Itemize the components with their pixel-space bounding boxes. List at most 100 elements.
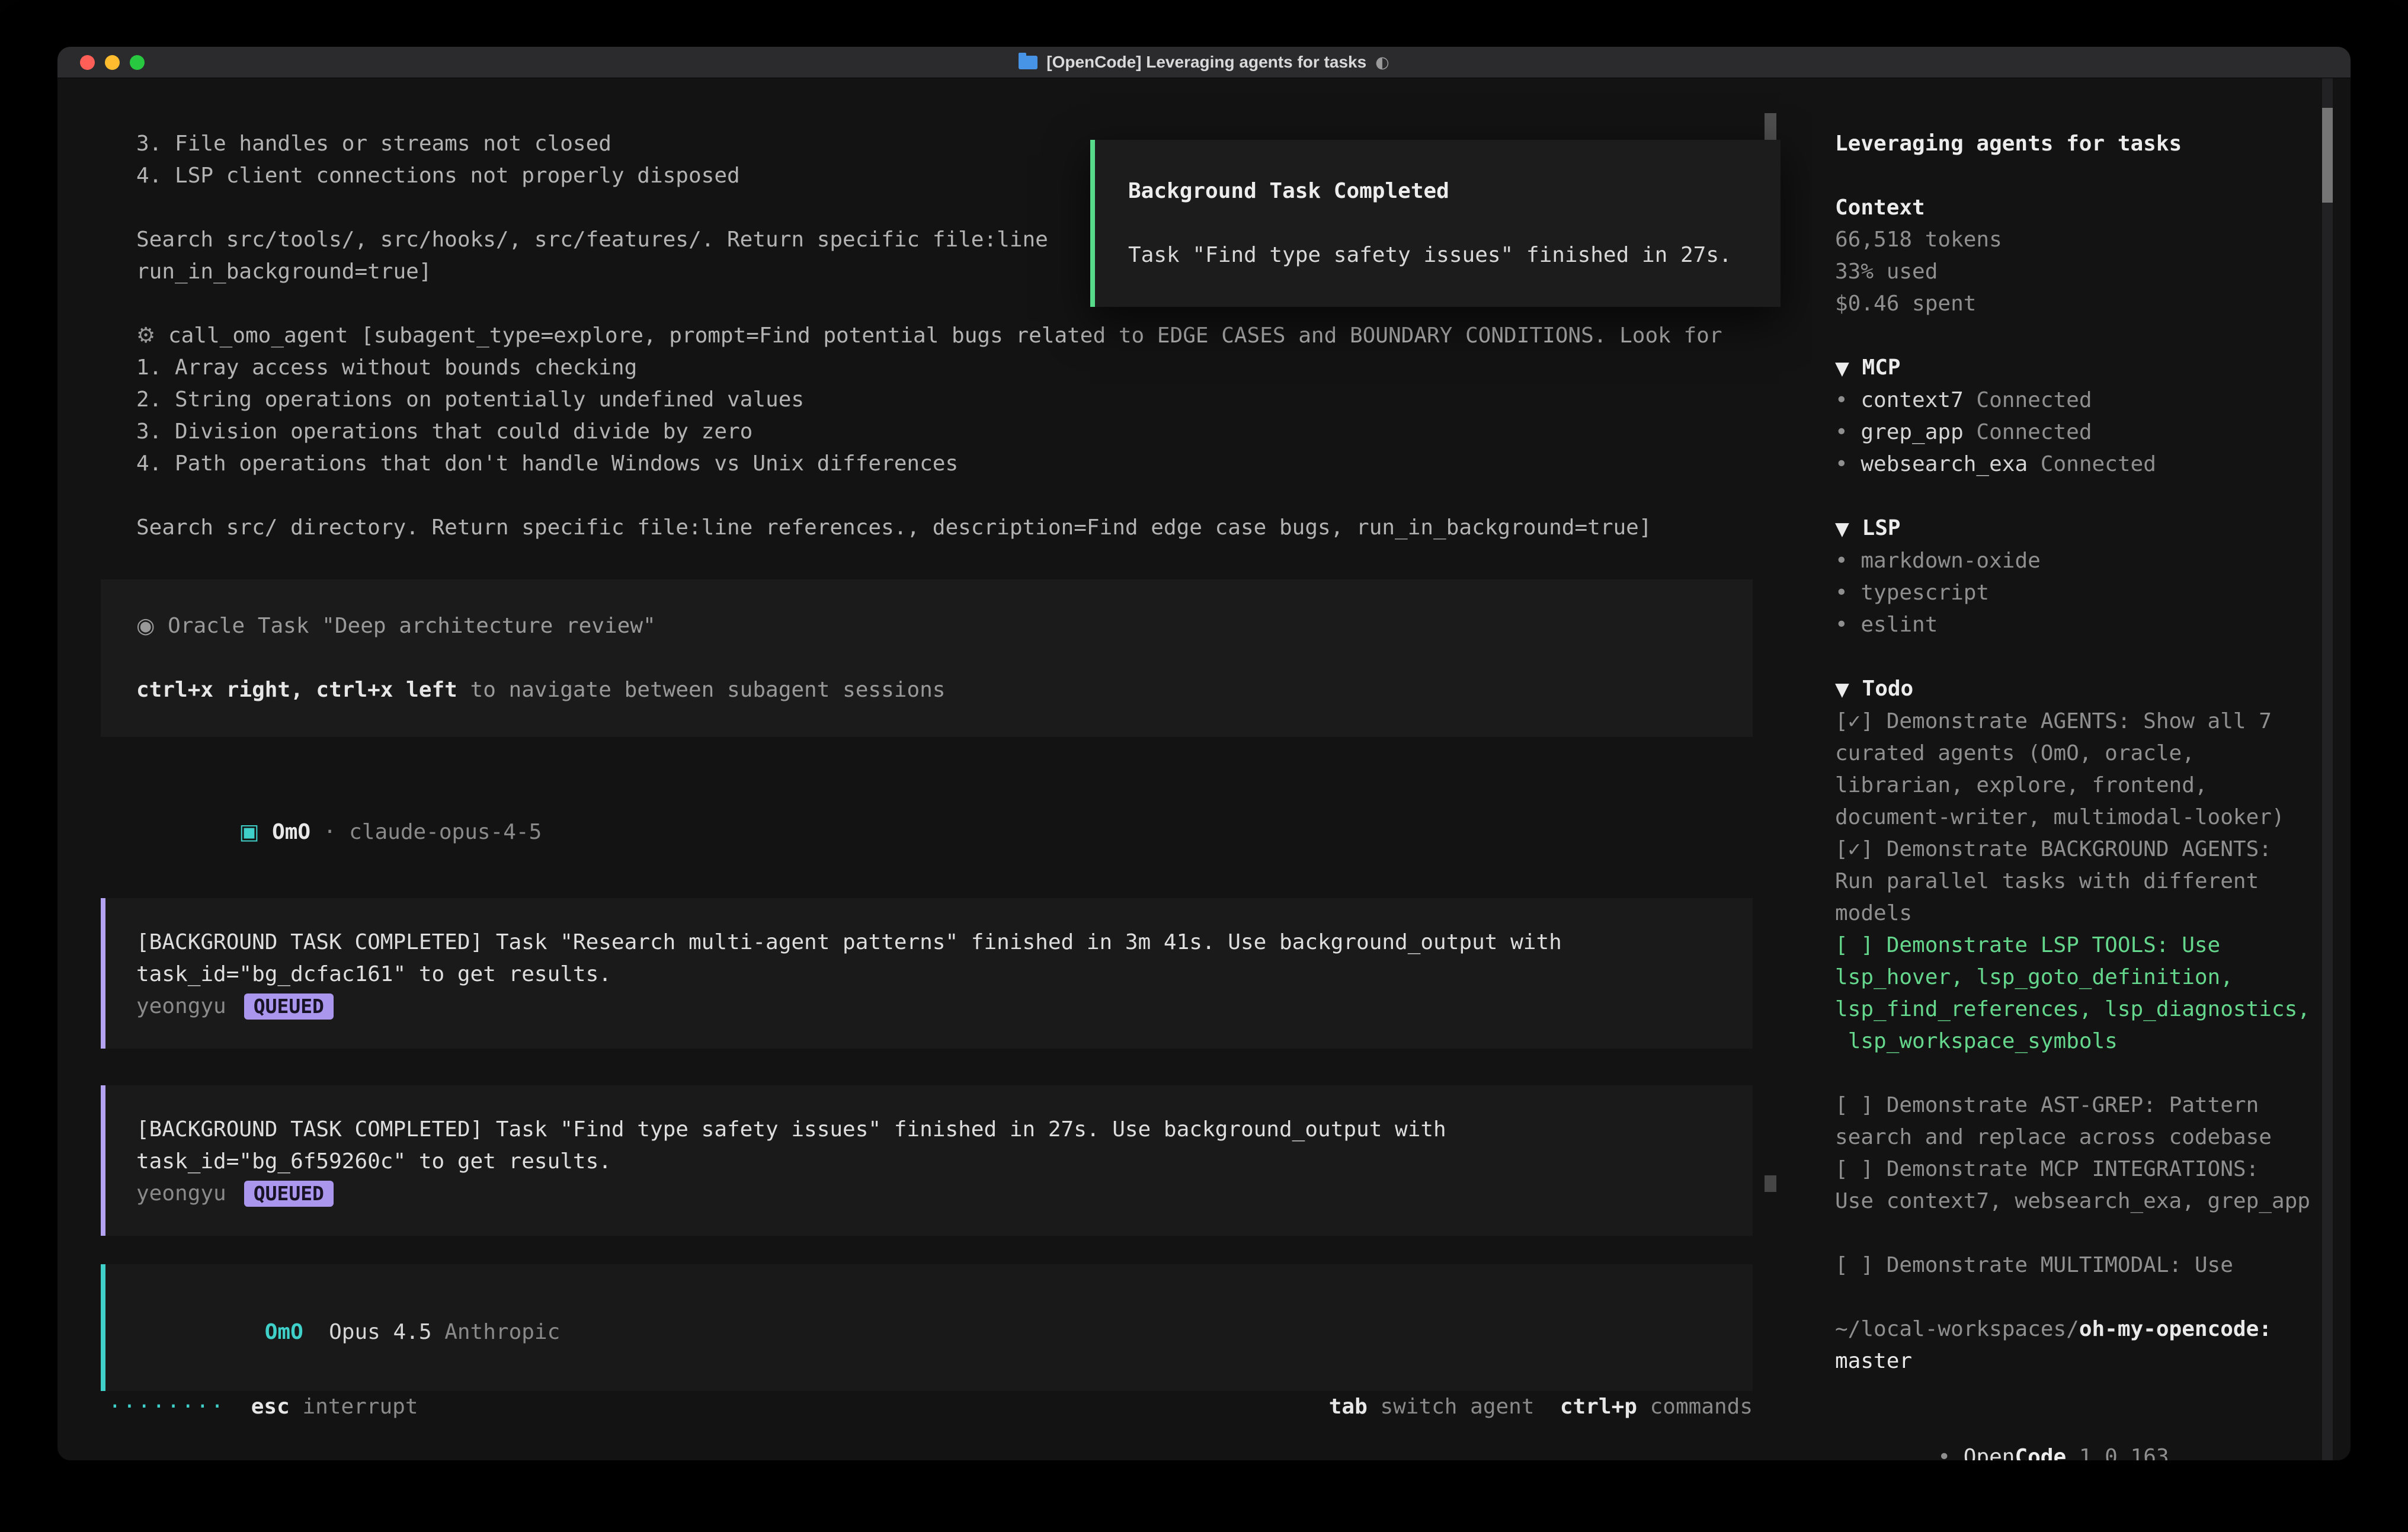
app-name-code: Code (2015, 1445, 2066, 1460)
close-button[interactable] (80, 55, 95, 70)
lsp-name: markdown-oxide (1861, 549, 2040, 573)
status-bar-right: tab switch agent ctrl+p commands (1329, 1391, 1753, 1423)
bullet-icon: • (1835, 613, 1861, 637)
workspace-path-line: ~/local-workspaces/oh-my-opencode: (1835, 1313, 2318, 1345)
tab-key-hint: tab (1329, 1395, 1381, 1419)
shortcut-description: to navigate between subagent sessions (457, 678, 946, 702)
minimize-button[interactable] (105, 55, 120, 70)
commands-key-label: commands (1650, 1395, 1753, 1419)
oracle-title: Oracle Task "Deep architecture review" (155, 614, 655, 638)
toast-notification: Background Task Completed Task "Find typ… (1090, 140, 1781, 307)
todo-item: [ ] Demonstrate AST-GREP: Pattern search… (1835, 1089, 2318, 1153)
window-title-group: [OpenCode] Leveraging agents for tasks ◐ (1019, 53, 1389, 72)
workspace-branch: master (1835, 1345, 2318, 1377)
mcp-section: ▼ MCP • context7 Connected • grep_app Co… (1835, 352, 2318, 480)
context-tokens: 66,518 tokens (1835, 224, 2318, 256)
collapse-arrow-icon: ▼ (1835, 518, 1849, 540)
zoom-button[interactable] (130, 55, 145, 70)
output-line: 2. String operations on potentially unde… (136, 384, 1753, 416)
prompt-input[interactable]: OmO Opus 4.5 Anthropic (101, 1264, 1753, 1391)
output-line: Search src/ directory. Return specific f… (136, 512, 1753, 544)
mcp-name: websearch_exa (1861, 452, 2028, 476)
lsp-item: • typescript (1835, 577, 2318, 609)
terminal-window: [OpenCode] Leveraging agents for tasks ◐… (57, 47, 2351, 1460)
oracle-task-panel: ◉ Oracle Task "Deep architecture review"… (101, 579, 1753, 737)
background-task-message: [BACKGROUND TASK COMPLETED] Task "Find t… (101, 1085, 1753, 1236)
message-text: task_id="bg_6f59260c" to get results. (136, 1146, 1717, 1178)
sidebar-scrollbar-thumb[interactable] (2322, 108, 2333, 203)
sidebar: Leveraging agents for tasks Context 66,5… (1812, 78, 2351, 1460)
workspace-path: ~/local-workspaces/ (1835, 1317, 2079, 1341)
mcp-status: Connected (1964, 388, 2092, 412)
input-agent-label: OmO (265, 1320, 303, 1344)
agent-icon: ▣ (239, 820, 259, 844)
agent-name: OmO (259, 820, 310, 844)
oracle-title-line: ◉ Oracle Task "Deep architecture review" (136, 610, 1717, 642)
bullet-icon: • (1938, 1445, 1963, 1460)
output-line: 4. Path operations that don't handle Win… (136, 448, 1753, 480)
app-version-row: • OpenCode 1.0.163 (1835, 1409, 2318, 1460)
esc-key-hint: esc (225, 1391, 302, 1423)
status-bar: ········ esc interrupt tab switch agent … (101, 1391, 1753, 1423)
bullet-icon: • (1835, 420, 1861, 444)
mcp-name: grep_app (1861, 420, 1963, 444)
input-model-label: Opus 4.5 (303, 1320, 444, 1344)
sidebar-scrollbar-track[interactable] (2322, 78, 2333, 1460)
todo-item: [ ] Demonstrate LSP TOOLS: Use lsp_hover… (1835, 930, 2318, 1057)
mcp-section-toggle[interactable]: ▼ MCP (1835, 352, 2318, 384)
status-badge: QUEUED (244, 993, 334, 1020)
bullet-icon: • (1835, 549, 1861, 573)
message-footer: yeongyu QUEUED (136, 1178, 1717, 1210)
workspace-section: ~/local-workspaces/oh-my-opencode: maste… (1835, 1313, 2318, 1377)
todo-item: [✓] Demonstrate BACKGROUND AGENTS: Run p… (1835, 834, 2318, 930)
status-badge: QUEUED (244, 1181, 334, 1207)
message-text: [BACKGROUND TASK COMPLETED] Task "Find t… (136, 1114, 1717, 1146)
author-label: yeongyu (136, 1178, 226, 1210)
output-line: 3. Division operations that could divide… (136, 416, 1753, 448)
todo-section: ▼ Todo [✓] Demonstrate AGENTS: Show all … (1835, 673, 2318, 1281)
titlebar[interactable]: [OpenCode] Leveraging agents for tasks ◐ (57, 47, 2351, 78)
todo-item: [ ] Demonstrate MULTIMODAL: Use (1835, 1249, 2318, 1281)
mcp-item: • context7 Connected (1835, 384, 2318, 416)
window-controls (80, 55, 145, 70)
folder-icon (1019, 56, 1038, 69)
background-task-message: [BACKGROUND TASK COMPLETED] Task "Resear… (101, 898, 1753, 1049)
output-line (136, 480, 1753, 512)
context-section: Context 66,518 tokens 33% used $0.46 spe… (1835, 192, 2318, 320)
oracle-hint-line: ctrl+x right, ctrl+x left to navigate be… (136, 674, 1717, 706)
lsp-item: • eslint (1835, 609, 2318, 641)
todo-heading: Todo (1849, 677, 1913, 701)
mcp-name: context7 (1861, 388, 1963, 412)
workspace-repo: oh-my-opencode: (2079, 1317, 2272, 1341)
lsp-section: ▼ LSP • markdown-oxide • typescript • es… (1835, 512, 2318, 641)
terminal-main-pane: 3. File handles or streams not closed 4.… (57, 78, 1812, 1460)
record-icon: ◉ (136, 614, 155, 638)
esc-key-label: interrupt (302, 1391, 418, 1423)
app-name-open: Open (1964, 1445, 2015, 1460)
message-text: [BACKGROUND TASK COMPLETED] Task "Resear… (136, 927, 1717, 959)
tool-call-line: ⚙ call_omo_agent [subagent_type=explore,… (136, 320, 1753, 352)
session-title: Leveraging agents for tasks (1835, 128, 2318, 160)
bullet-icon: • (1835, 581, 1861, 605)
mcp-heading: MCP (1849, 355, 1901, 380)
author-label: yeongyu (136, 991, 226, 1023)
spinner-dots: ········ (108, 1391, 225, 1423)
bullet-icon: • (1835, 452, 1861, 476)
lsp-section-toggle[interactable]: ▼ LSP (1835, 512, 2318, 545)
secondary-scrollbar-thumb[interactable] (1765, 1175, 1776, 1192)
tab-key-label: switch agent (1380, 1395, 1534, 1419)
gear-icon: ⚙ (136, 323, 155, 348)
separator-dot: · (310, 820, 349, 844)
tool-call-text: call_omo_agent [subagent_type=explore, p… (155, 323, 1722, 348)
lsp-name: typescript (1861, 581, 1989, 605)
message-text: task_id="bg_dcfac161" to get results. (136, 959, 1717, 991)
mcp-status: Connected (1964, 420, 2092, 444)
todo-item: [✓] Demonstrate AGENTS: Show all 7 curat… (1835, 706, 2318, 834)
app-version: 1.0.163 (2066, 1445, 2169, 1460)
lsp-item: • markdown-oxide (1835, 545, 2318, 577)
agent-model: claude-opus-4-5 (349, 820, 542, 844)
todo-section-toggle[interactable]: ▼ Todo (1835, 673, 2318, 706)
activity-icon: ◐ (1375, 53, 1389, 72)
context-used: 33% used (1835, 256, 2318, 288)
mcp-status: Connected (2028, 452, 2156, 476)
